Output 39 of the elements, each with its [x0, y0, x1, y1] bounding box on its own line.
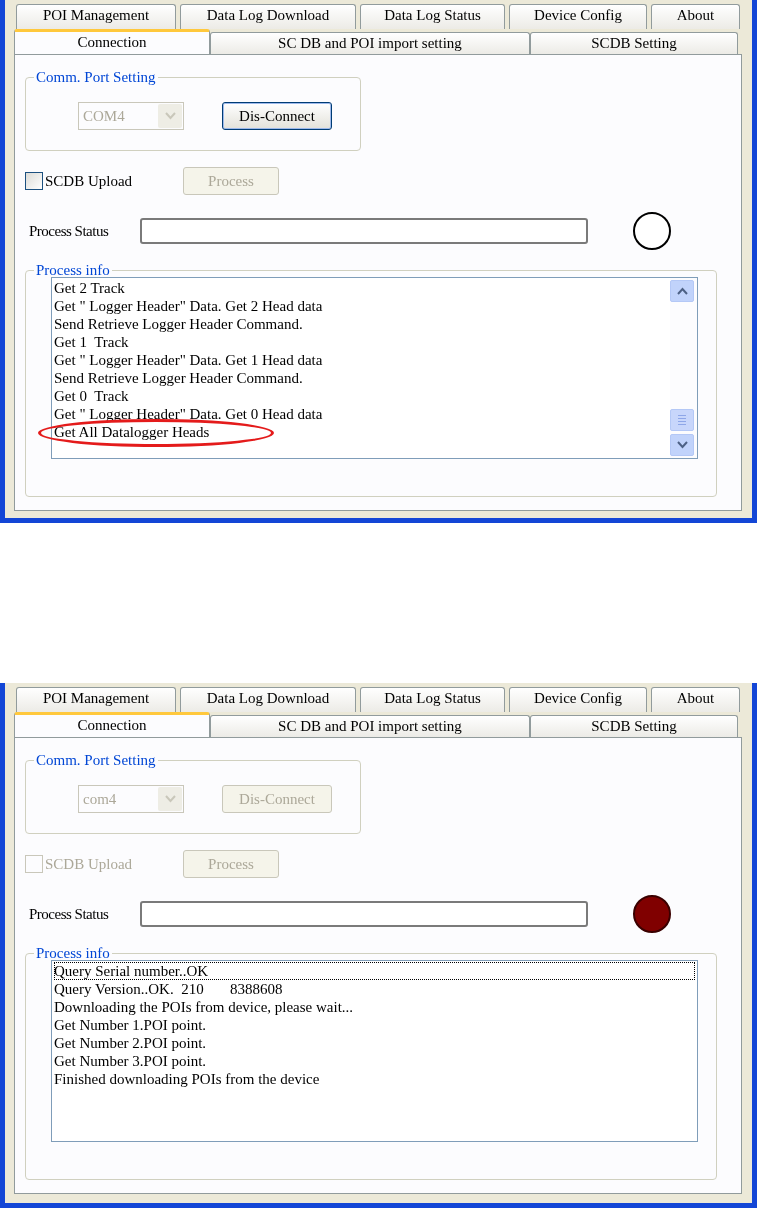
log-line[interactable]: Get All Datalogger Heads [54, 423, 668, 441]
log-line[interactable]: Send Retrieve Logger Header Command. [54, 369, 668, 387]
tab[interactable]: SCDB Setting [530, 32, 738, 54]
tab[interactable]: POI Management [16, 687, 176, 712]
log-line[interactable]: Query Serial number..OK [54, 962, 695, 980]
tab[interactable]: SC DB and POI import setting [210, 32, 530, 54]
tab[interactable]: About [651, 4, 740, 29]
process-status-label: Process Status [28, 221, 110, 241]
log-line[interactable]: Get " Logger Header" Data. Get 1 Head data [54, 351, 668, 369]
tab[interactable]: Device Config [509, 687, 647, 712]
tab[interactable]: Data Log Status [360, 4, 505, 29]
log-line[interactable]: Get 0 Track [54, 387, 668, 405]
scroll-thumb[interactable] [670, 409, 694, 431]
tab[interactable]: SCDB Setting [530, 715, 738, 737]
log-line[interactable]: Get Number 2.POI point. [54, 1034, 695, 1052]
tab[interactable]: Data Log Status [360, 687, 505, 712]
tab[interactable]: Data Log Download [180, 4, 356, 29]
disconnect-button[interactable]: Dis-Connect [222, 102, 332, 130]
scroll-down-icon[interactable] [670, 434, 694, 456]
tab[interactable]: POI Management [16, 4, 176, 29]
tab[interactable]: Connection [14, 29, 210, 54]
log-line[interactable]: Send Retrieve Logger Header Command. [54, 315, 668, 333]
process-status-label: Process Status [28, 904, 110, 924]
log-line[interactable]: Query Version..OK. 210 8388608 [54, 980, 695, 998]
scrollbar[interactable] [670, 278, 697, 458]
log-line[interactable]: Finished downloading POIs from the device [54, 1070, 695, 1088]
log-line[interactable]: Downloading the POIs from device, please wait... [54, 998, 695, 1016]
scdb-upload-checkbox[interactable]: SCDB Upload [25, 169, 183, 193]
tab[interactable]: SC DB and POI import setting [210, 715, 530, 737]
tab[interactable]: About [651, 687, 740, 712]
log-line[interactable]: Get Number 1.POI point. [54, 1016, 695, 1034]
log-line[interactable]: Get 1 Track [54, 333, 668, 351]
tab[interactable]: Connection [14, 712, 210, 737]
tab[interactable]: Data Log Download [180, 687, 356, 712]
scroll-up-icon[interactable] [670, 280, 694, 302]
log-line[interactable]: Get Number 3.POI point. [54, 1052, 695, 1070]
log-line[interactable]: Get " Logger Header" Data. Get 2 Head data [54, 297, 668, 315]
log-line[interactable]: Get 2 Track [54, 279, 668, 297]
tab[interactable]: Device Config [509, 4, 647, 29]
